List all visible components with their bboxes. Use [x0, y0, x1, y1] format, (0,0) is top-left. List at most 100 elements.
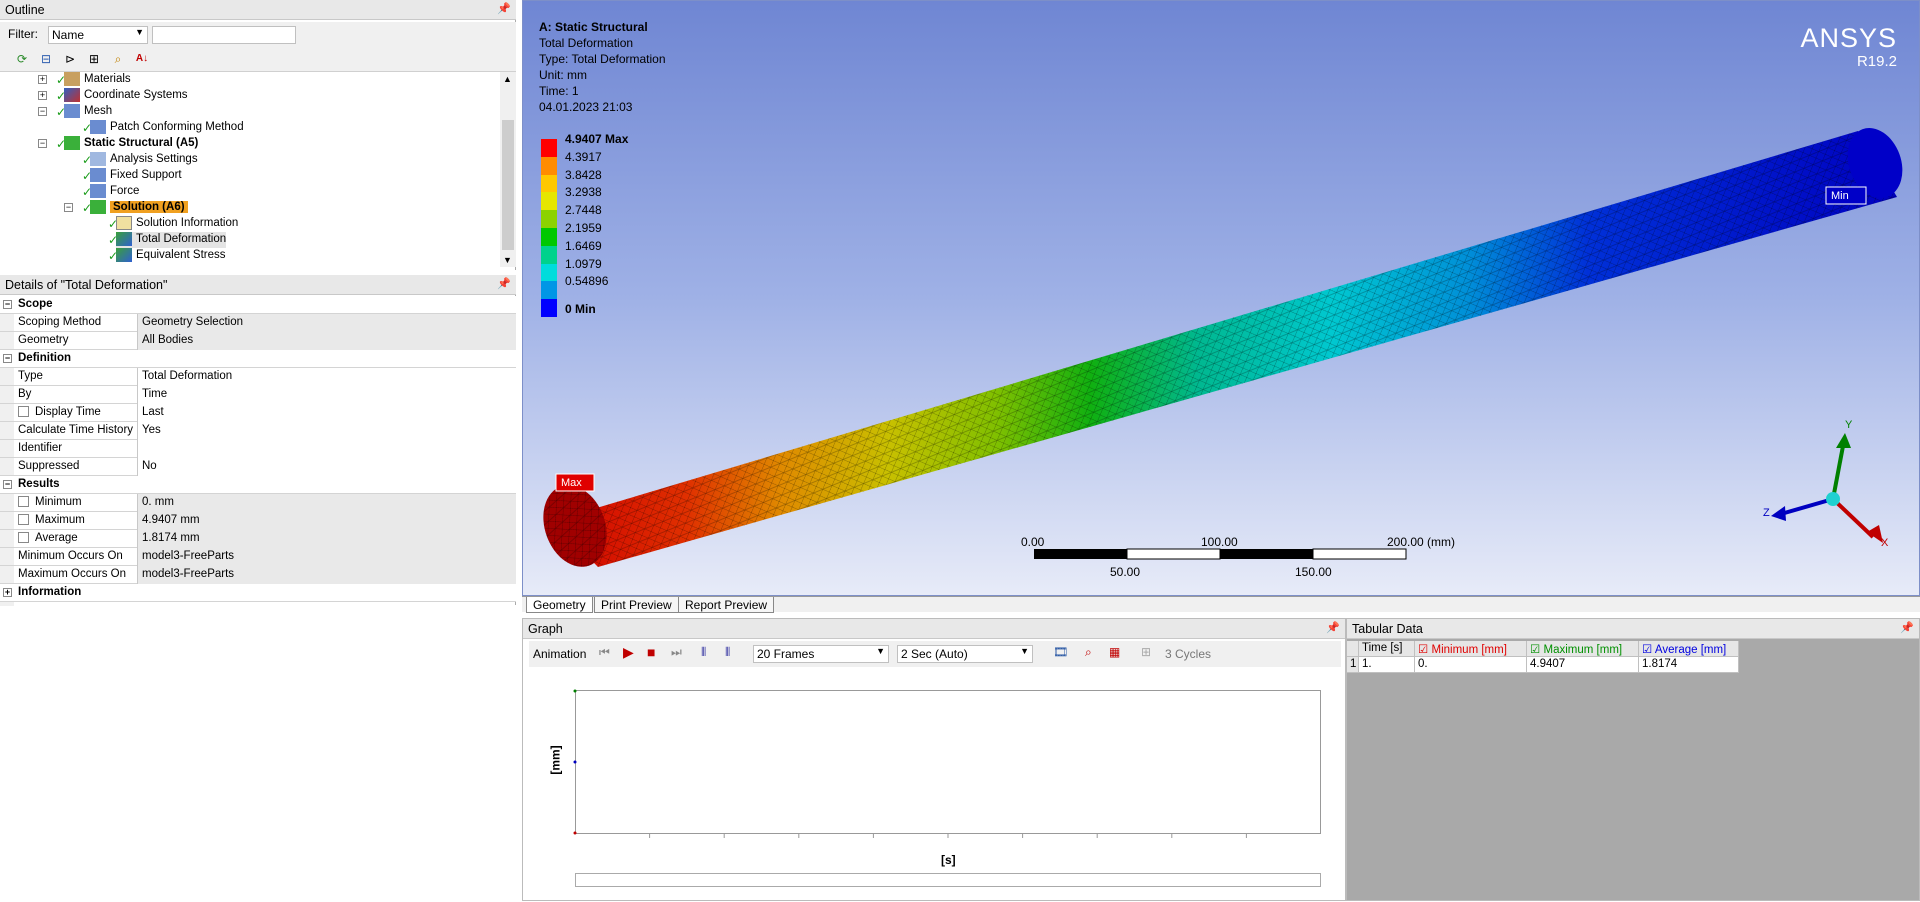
- tree-icon[interactable]: ⊟: [38, 51, 54, 67]
- group-scope[interactable]: − Scope: [0, 296, 516, 314]
- row-geometry[interactable]: Geometry All Bodies: [0, 332, 516, 350]
- parameter-checkbox[interactable]: [18, 406, 29, 417]
- tree-item-coordinate-systems[interactable]: Coordinate Systems: [64, 88, 188, 104]
- tree-item-force[interactable]: Force: [90, 184, 139, 200]
- row-value[interactable]: Time: [138, 386, 516, 404]
- collapse-toggle[interactable]: −: [3, 480, 12, 489]
- tree-item-patch-conforming[interactable]: Patch Conforming Method: [90, 120, 244, 136]
- tab-print-preview[interactable]: Print Preview: [594, 597, 679, 613]
- refresh-icon[interactable]: ⟳: [14, 51, 30, 67]
- row-key: Maximum Occurs On: [14, 566, 138, 584]
- row-value[interactable]: No: [138, 458, 516, 476]
- filter-search-input[interactable]: [152, 26, 296, 44]
- tree-item-fixed-support[interactable]: Fixed Support: [90, 168, 182, 184]
- row-scoping-method[interactable]: Scoping Method Geometry Selection: [0, 314, 516, 332]
- row-key: Maximum: [14, 512, 138, 530]
- expand-toggle[interactable]: +: [38, 75, 47, 84]
- scroll-up-icon[interactable]: ▲: [503, 74, 512, 84]
- row-value[interactable]: Total Deformation: [138, 368, 516, 386]
- tabular-panel: Tabular Data 📌 Time [s] ☑ Minimum [mm] ☑…: [1346, 618, 1920, 901]
- tab-report-preview[interactable]: Report Preview: [678, 597, 775, 613]
- analysis-settings-icon: [90, 152, 106, 166]
- collapse-toggle[interactable]: −: [3, 354, 12, 363]
- cell-average[interactable]: 1.8174: [1639, 657, 1739, 673]
- column-checkbox[interactable]: ☑: [1418, 644, 1432, 656]
- tree-item-solution-information[interactable]: Solution Information: [116, 216, 238, 232]
- expand-toggle[interactable]: +: [3, 588, 12, 597]
- cell-minimum[interactable]: 0.: [1415, 657, 1527, 673]
- scale-label-100: 100.00: [1201, 535, 1238, 549]
- tree-item-static-structural[interactable]: Static Structural (A5): [64, 136, 198, 152]
- parameter-checkbox[interactable]: [18, 496, 29, 507]
- pin-icon[interactable]: 📌: [1900, 621, 1914, 634]
- tree-item-total-deformation[interactable]: Total Deformation: [116, 232, 227, 248]
- row-max-occurs[interactable]: Maximum Occurs On model3-FreeParts: [0, 566, 516, 584]
- row-type[interactable]: Type Total Deformation: [0, 368, 516, 386]
- graphics-viewport[interactable]: A: Static Structural Total Deformation T…: [522, 0, 1920, 596]
- column-checkbox[interactable]: ☑: [1642, 644, 1655, 656]
- time-slider[interactable]: [575, 873, 1321, 887]
- tree-item-equivalent-stress[interactable]: Equivalent Stress: [116, 248, 226, 264]
- tab-geometry[interactable]: Geometry: [526, 597, 593, 613]
- row-average[interactable]: Average 1.8174 mm: [0, 530, 516, 548]
- outline-title-bar: Outline 📌: [0, 0, 516, 20]
- row-value[interactable]: Yes: [138, 422, 516, 440]
- row-value[interactable]: Last: [138, 404, 516, 422]
- row-min-occurs[interactable]: Minimum Occurs On model3-FreeParts: [0, 548, 516, 566]
- parameter-checkbox[interactable]: [18, 532, 29, 543]
- tree-item-mesh[interactable]: Mesh: [64, 104, 112, 120]
- column-header-average[interactable]: ☑ Average [mm]: [1639, 641, 1739, 657]
- row-identifier[interactable]: Identifier: [0, 440, 516, 458]
- mesh-method-icon: [90, 120, 106, 134]
- row-minimum[interactable]: Minimum 0. mm: [0, 494, 516, 512]
- expand-icon[interactable]: ⊞: [86, 51, 102, 67]
- row-value[interactable]: Geometry Selection: [138, 314, 516, 332]
- pin-icon[interactable]: 📌: [497, 277, 511, 290]
- row-key: By: [14, 386, 138, 404]
- row-suppressed[interactable]: Suppressed No: [0, 458, 516, 476]
- tree-scrollbar[interactable]: ▲ ▼: [500, 72, 516, 267]
- collapse-toggle[interactable]: −: [38, 107, 47, 116]
- column-checkbox[interactable]: ☑: [1530, 644, 1544, 656]
- row-by[interactable]: By Time: [0, 386, 516, 404]
- scroll-down-icon[interactable]: ▼: [503, 255, 512, 265]
- collapse-toggle[interactable]: −: [3, 300, 12, 309]
- cell-time[interactable]: 1.: [1359, 657, 1415, 673]
- column-header-minimum[interactable]: ☑ Minimum [mm]: [1415, 641, 1527, 657]
- row-maximum[interactable]: Maximum 4.9407 mm: [0, 512, 516, 530]
- row-key: Type: [14, 368, 138, 386]
- column-header-maximum[interactable]: ☑ Maximum [mm]: [1527, 641, 1639, 657]
- graph-y-label: [mm]: [548, 745, 563, 775]
- search-icon[interactable]: ⌕: [110, 51, 126, 67]
- pin-icon[interactable]: 📌: [497, 2, 511, 15]
- row-calc-time-history[interactable]: Calculate Time History Yes: [0, 422, 516, 440]
- tabular-title: Tabular Data: [1352, 622, 1423, 636]
- collapse-toggle[interactable]: −: [64, 203, 73, 212]
- row-value[interactable]: All Bodies: [138, 332, 516, 350]
- scroll-thumb[interactable]: [502, 120, 514, 250]
- outline-title: Outline: [5, 3, 45, 17]
- collapse-toggle[interactable]: −: [38, 139, 47, 148]
- tree-item-solution[interactable]: Solution (A6): [90, 200, 188, 216]
- cell-maximum[interactable]: 4.9407: [1527, 657, 1639, 673]
- group-label: Information: [18, 586, 82, 598]
- group-label: Definition: [18, 352, 72, 364]
- tree-item-label: Analysis Settings: [110, 153, 198, 166]
- filter-select[interactable]: Name ▼: [48, 26, 148, 44]
- expand-toggle[interactable]: +: [38, 91, 47, 100]
- group-definition[interactable]: − Definition: [0, 350, 516, 368]
- row-value: 1.8174 mm: [138, 530, 516, 548]
- parameter-checkbox[interactable]: [18, 514, 29, 525]
- tree-item-materials[interactable]: Materials: [64, 72, 131, 88]
- tree-item-analysis-settings[interactable]: Analysis Settings: [90, 152, 198, 168]
- row-value[interactable]: [138, 440, 516, 458]
- group-results[interactable]: − Results: [0, 476, 516, 494]
- axis-triad[interactable]: [1771, 433, 1883, 543]
- filter-icon[interactable]: ⊳: [62, 51, 78, 67]
- column-header-time[interactable]: Time [s]: [1359, 641, 1415, 657]
- row-value: 0. mm: [138, 494, 516, 512]
- sort-icon[interactable]: A↓: [134, 51, 150, 67]
- group-information[interactable]: + Information: [0, 584, 516, 602]
- outline-panel: Outline 📌 Filter: Name ▼ ⟳ ⊟ ⊳ ⊞ ⌕ A↓ + …: [0, 0, 516, 270]
- row-display-time[interactable]: Display Time Last: [0, 404, 516, 422]
